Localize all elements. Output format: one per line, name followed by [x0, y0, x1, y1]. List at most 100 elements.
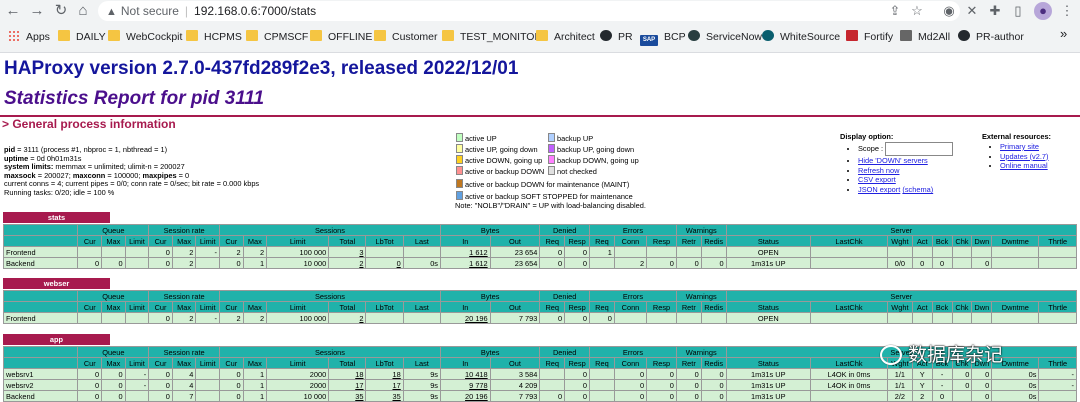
- column-header: Redis: [700, 357, 727, 369]
- csv-export-link[interactable]: CSV export: [858, 175, 896, 184]
- bookmark-pr[interactable]: PR: [600, 30, 633, 44]
- table-cell: 0s: [991, 379, 1040, 391]
- home-icon[interactable]: ⌂: [74, 2, 92, 20]
- bookmark-architect[interactable]: Architect: [536, 30, 595, 44]
- folder-icon: [186, 30, 198, 41]
- header-group: Bytes: [439, 290, 541, 302]
- legend-label: active UP, going down: [465, 145, 538, 154]
- column-header: Thrtle: [1038, 301, 1077, 313]
- table-cell: 0: [675, 390, 702, 402]
- table-cell: [124, 257, 150, 269]
- header-group: Denied: [539, 346, 590, 358]
- bookmark-star-icon[interactable]: ☆: [908, 2, 926, 20]
- bookmark-whitesource[interactable]: WhiteSource: [762, 30, 840, 44]
- table-cell[interactable]: websrv2: [2, 379, 79, 391]
- proxy-name-app[interactable]: app: [3, 334, 110, 345]
- legend-item: active or backup SOFT STOPPED for mainte…: [456, 191, 633, 202]
- column-header: Last: [402, 357, 442, 369]
- puzzle-extensions-icon[interactable]: ✚: [986, 2, 1004, 20]
- scope-input[interactable]: [885, 141, 954, 156]
- table-cell: [539, 368, 566, 380]
- bookmark-apps[interactable]: Apps: [8, 30, 50, 44]
- legend-item: backup DOWN, going up: [548, 155, 639, 166]
- folder-icon: [442, 30, 454, 41]
- bookmark-customer[interactable]: Customer: [374, 30, 438, 44]
- table-cell: 0s: [991, 368, 1040, 380]
- bookmark-servicenow[interactable]: ServiceNow: [688, 30, 762, 44]
- table-cell: 1/1: [886, 379, 913, 391]
- table-row: websrv2 0 0-0 4 0 1 2000 17 17 9s 9 778 4 209 0 0 0 0 0 1…: [2, 379, 1077, 391]
- table-cell: 2: [911, 390, 933, 402]
- table-cell: [77, 246, 103, 258]
- bookmark-offline[interactable]: OFFLINE: [310, 30, 372, 44]
- table-cell: 3: [328, 246, 367, 258]
- refresh-now-link[interactable]: Refresh now: [858, 166, 900, 175]
- bookmark-daily[interactable]: DAILY: [58, 30, 106, 44]
- table-cell: 0: [564, 257, 590, 269]
- hide-down-servers-link[interactable]: Hide 'DOWN' servers: [858, 156, 928, 165]
- table-cell[interactable]: Backend: [2, 257, 79, 269]
- table-cell: 23 654: [489, 246, 541, 258]
- more-bookmarks-chevron-icon[interactable]: »: [1060, 27, 1067, 41]
- proxy-name-stats[interactable]: stats: [3, 212, 110, 223]
- column-header: Cur: [148, 235, 173, 247]
- table-cell: [195, 368, 221, 380]
- share-icon[interactable]: ⇪: [886, 2, 904, 20]
- bookmark-test-monitor[interactable]: TEST_MONITOR: [442, 30, 542, 44]
- online-manual-link[interactable]: Online manual: [1000, 161, 1048, 170]
- legend-item: active DOWN, going up: [456, 155, 542, 166]
- extension-x-icon[interactable]: ✕: [963, 2, 981, 20]
- table-cell: [77, 312, 103, 324]
- table-cell: 20 196: [440, 390, 491, 402]
- column-header: In: [440, 301, 491, 313]
- table-cell: 23 654: [489, 257, 541, 269]
- kebab-menu-icon[interactable]: ⋮: [1058, 2, 1076, 20]
- table-cell: 2/2: [886, 390, 913, 402]
- side-panel-icon[interactable]: ▯: [1009, 2, 1027, 20]
- updates-link[interactable]: Updates (v2.7): [1000, 152, 1048, 161]
- table-cell[interactable]: Backend: [2, 390, 79, 402]
- table-cell: 4: [171, 379, 197, 391]
- table-cell: [589, 257, 615, 269]
- table-cell: 0: [148, 257, 173, 269]
- forward-arrow-icon[interactable]: →: [28, 2, 46, 20]
- table-cell[interactable]: websrv1: [2, 368, 79, 380]
- bookmark-cpmscf[interactable]: CPMSCF: [246, 30, 308, 44]
- table-cell: 17: [328, 379, 367, 391]
- table-cell: 2: [219, 246, 244, 258]
- folder-icon: [246, 30, 258, 41]
- column-header: Cur: [219, 357, 244, 369]
- column-header: Act: [911, 235, 933, 247]
- table-cell: 0: [700, 379, 727, 391]
- bookmark-bcp[interactable]: SAP BCP: [640, 30, 686, 46]
- primary-site-link[interactable]: Primary site: [1000, 142, 1039, 151]
- json-export-link[interactable]: JSON export: [858, 185, 900, 194]
- bookmark-pr-author[interactable]: PR-author: [958, 30, 1024, 44]
- proxy-name-webser[interactable]: webser: [3, 278, 110, 289]
- back-arrow-icon[interactable]: ←: [4, 2, 22, 20]
- profile-avatar-icon[interactable]: ●: [1034, 2, 1052, 20]
- header-group: Warnings: [675, 290, 727, 302]
- json-schema-link[interactable]: (schema): [902, 185, 933, 194]
- column-header: LbTot: [365, 357, 404, 369]
- bookmark-md2all[interactable]: Md2All: [900, 30, 950, 44]
- column-header: Thrtle: [1038, 235, 1077, 247]
- column-header: Conn: [613, 235, 648, 247]
- url-text: 192.168.0.6:7000/stats: [194, 4, 317, 18]
- address-bar[interactable]: ▲ Not secure | 192.168.0.6:7000/stats: [98, 1, 960, 21]
- table-cell: [886, 246, 913, 258]
- reload-icon[interactable]: ↻: [52, 2, 70, 20]
- table-cell: 7: [171, 390, 197, 402]
- bookmark-fortify[interactable]: Fortify: [846, 30, 893, 44]
- table-cell: 0: [539, 312, 566, 324]
- column-header: Limit: [266, 301, 330, 313]
- table-cell: 1 612: [440, 246, 491, 258]
- table-cell: 0: [564, 368, 590, 380]
- table-cell: [810, 257, 888, 269]
- bookmark-webcockpit[interactable]: WebCockpit: [108, 30, 182, 44]
- bookmark-hcpms[interactable]: HCPMS: [186, 30, 242, 44]
- header-group: Queue: [77, 290, 150, 302]
- table-cell[interactable]: Frontend: [2, 246, 79, 258]
- extension-chrome-icon[interactable]: ◉: [940, 2, 958, 20]
- table-cell[interactable]: Frontend: [2, 312, 79, 324]
